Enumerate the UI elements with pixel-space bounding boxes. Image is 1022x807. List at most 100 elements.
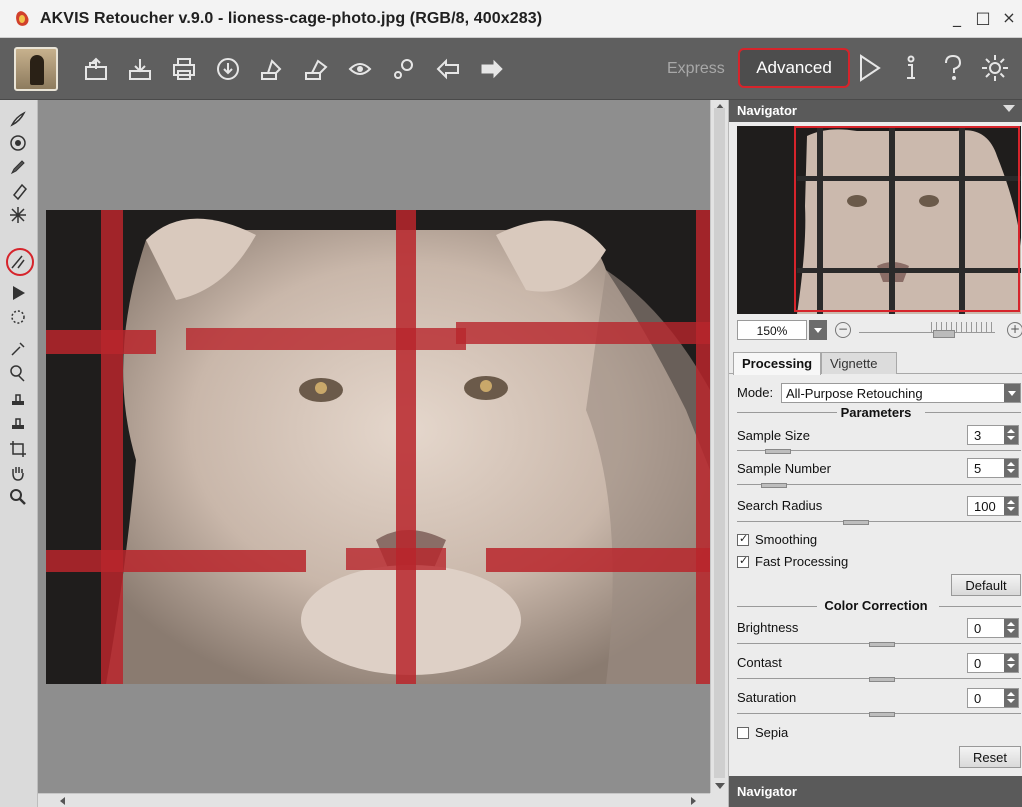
fast-processing-label: Fast Processing: [755, 554, 849, 569]
contrast-value: 0: [974, 656, 982, 671]
smart-retouch-icon[interactable]: [7, 251, 29, 273]
fast-processing-checkbox[interactable]: Fast Processing: [737, 554, 848, 569]
slider-knob[interactable]: [869, 642, 895, 647]
brightness-slider[interactable]: [737, 642, 1021, 647]
contrast-label: Contast: [737, 655, 782, 670]
navigator-preview[interactable]: [737, 126, 1021, 314]
maximize-button[interactable]: □: [974, 8, 992, 27]
smoothing-checkbox[interactable]: Smoothing: [737, 532, 817, 547]
settings-icon[interactable]: [388, 53, 420, 85]
express-mode-button[interactable]: Express: [667, 60, 725, 78]
minimize-button[interactable]: _: [948, 8, 966, 27]
saturation-slider[interactable]: [737, 712, 1021, 717]
preferences-icon[interactable]: [344, 53, 376, 85]
zoom-out-icon[interactable]: −: [835, 322, 851, 338]
checkbox-box[interactable]: [737, 554, 749, 568]
sample-size-field[interactable]: 3: [967, 425, 1019, 445]
sepia-label: Sepia: [755, 725, 789, 740]
help-icon[interactable]: [937, 52, 969, 84]
window-controls: _ □ ×: [948, 8, 1018, 27]
slider-knob[interactable]: [765, 449, 791, 454]
undo-icon[interactable]: [432, 53, 464, 85]
collapse-chevron-icon[interactable]: [1003, 105, 1015, 112]
sample-size-label: Sample Size: [737, 428, 810, 443]
dropper-icon[interactable]: [7, 338, 29, 360]
chevron-down-icon[interactable]: [1004, 384, 1020, 402]
open-icon[interactable]: [80, 53, 112, 85]
healing-icon[interactable]: [7, 132, 29, 154]
checkbox-box[interactable]: [737, 726, 749, 739]
color-correction-title: Color Correction: [824, 598, 928, 613]
window-title: AKVIS Retoucher v.9.0 - lioness-cage-pho…: [40, 9, 543, 27]
print-icon[interactable]: [168, 53, 200, 85]
brightness-value: 0: [974, 621, 982, 636]
run-icon[interactable]: [853, 52, 885, 84]
spinner-arrows-icon[interactable]: [1004, 459, 1018, 477]
slider-knob[interactable]: [869, 712, 895, 717]
search-radius-field[interactable]: 100: [967, 496, 1019, 516]
navigator-footer[interactable]: Navigator: [729, 776, 1022, 807]
spinner-arrows-icon[interactable]: [1004, 689, 1018, 707]
zoom-icon[interactable]: [7, 486, 29, 508]
vertical-scrollbar[interactable]: [710, 100, 728, 793]
zoom-slider-thumb[interactable]: [933, 330, 955, 338]
plugin-icon[interactable]: [300, 53, 332, 85]
parameters-title: Parameters: [840, 405, 912, 420]
checkbox-box[interactable]: [737, 532, 749, 546]
navigator-header[interactable]: Navigator: [729, 100, 1022, 122]
info-icon[interactable]: [895, 52, 927, 84]
zoom-slider[interactable]: [859, 332, 995, 336]
horizontal-scrollbar[interactable]: [38, 793, 710, 807]
lioness-photo[interactable]: [46, 210, 710, 684]
spinner-arrows-icon[interactable]: [1004, 654, 1018, 672]
zoom-level-field[interactable]: 150%: [737, 320, 807, 340]
play-icon[interactable]: [7, 282, 29, 304]
brush-icon[interactable]: [7, 108, 29, 130]
patch-stamp-icon[interactable]: [7, 412, 29, 434]
sample-number-slider[interactable]: [737, 483, 1021, 488]
navigator-viewport-frame[interactable]: [794, 126, 1020, 312]
stamp-select-icon[interactable]: [7, 306, 29, 328]
default-button[interactable]: Default: [951, 574, 1021, 596]
slider-knob[interactable]: [869, 677, 895, 682]
reset-button[interactable]: Reset: [959, 746, 1021, 768]
image-canvas[interactable]: [38, 100, 710, 793]
advanced-mode-button[interactable]: Advanced: [738, 48, 850, 88]
slider-knob[interactable]: [843, 520, 869, 525]
eraser-icon[interactable]: [7, 180, 29, 202]
pencil-icon[interactable]: [7, 156, 29, 178]
saturation-field[interactable]: 0: [967, 688, 1019, 708]
spinner-arrows-icon[interactable]: [1004, 426, 1018, 444]
sepia-checkbox[interactable]: Sepia: [737, 725, 788, 740]
gear-icon[interactable]: [979, 52, 1011, 84]
slider-knob[interactable]: [761, 483, 787, 488]
search-radius-slider[interactable]: [737, 520, 1021, 525]
spinner-arrows-icon[interactable]: [1004, 619, 1018, 637]
mode-label: Mode:: [737, 385, 774, 400]
crop-icon[interactable]: [7, 438, 29, 460]
tab-vignette[interactable]: Vignette: [821, 352, 897, 374]
brightness-field[interactable]: 0: [967, 618, 1019, 638]
save-icon[interactable]: [124, 53, 156, 85]
spinner-arrows-icon[interactable]: [1004, 497, 1018, 515]
sample-size-value: 3: [974, 428, 982, 443]
hand-icon[interactable]: [7, 462, 29, 484]
close-button[interactable]: ×: [1000, 8, 1018, 27]
magic-wand-icon[interactable]: [7, 204, 29, 226]
zoom-dropdown-button[interactable]: [809, 320, 827, 340]
tools-panel: [0, 100, 38, 807]
contrast-field[interactable]: 0: [967, 653, 1019, 673]
redo-icon[interactable]: [476, 53, 508, 85]
chameleon-icon[interactable]: [7, 362, 29, 384]
clone-stamp-icon[interactable]: [7, 388, 29, 410]
logo-icon: [14, 47, 58, 91]
sample-number-field[interactable]: 5: [967, 458, 1019, 478]
sample-size-slider[interactable]: [737, 449, 1021, 454]
share-icon[interactable]: [212, 53, 244, 85]
batch-icon[interactable]: [256, 53, 288, 85]
mode-select[interactable]: All-Purpose Retouching: [781, 383, 1021, 403]
scroll-corner: [710, 793, 728, 807]
contrast-slider[interactable]: [737, 677, 1021, 682]
tab-processing[interactable]: Processing: [733, 352, 822, 375]
zoom-in-icon[interactable]: +: [1007, 322, 1022, 338]
